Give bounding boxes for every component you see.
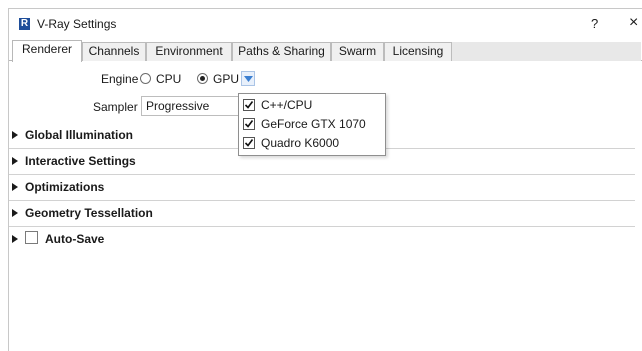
- title-bar: R V-Ray Settings ? ×: [9, 9, 642, 40]
- section-title: Optimizations: [25, 180, 105, 194]
- device-checkbox[interactable]: [243, 137, 255, 149]
- revit-logo-icon: R: [19, 18, 30, 30]
- engine-label: Engine: [101, 72, 139, 86]
- chevron-down-icon: [244, 76, 253, 82]
- section-title: Interactive Settings: [25, 154, 136, 168]
- device-label: Quadro K6000: [261, 136, 340, 150]
- expand-arrow-icon: [12, 183, 18, 191]
- tab-bar-filler: [452, 42, 641, 61]
- device-item-cpp-cpu[interactable]: C++/CPU: [243, 97, 383, 115]
- engine-row: Engine CPU GPU: [9, 70, 309, 88]
- auto-save-checkbox[interactable]: [25, 231, 38, 244]
- expand-arrow-icon: [12, 209, 18, 217]
- section-optimizations[interactable]: Optimizations: [9, 175, 635, 201]
- engine-cpu-radio[interactable]: [140, 73, 151, 84]
- vray-settings-window: R V-Ray Settings ? × Renderer Channels E…: [8, 8, 642, 351]
- device-label: GeForce GTX 1070: [261, 117, 366, 131]
- tab-swarm[interactable]: Swarm: [331, 42, 384, 61]
- engine-cpu-label[interactable]: CPU: [156, 72, 181, 86]
- gpu-devices-dropdown-button[interactable]: [241, 71, 255, 86]
- sampler-label: Sampler: [93, 100, 138, 114]
- checkmark-icon: [244, 120, 254, 128]
- gpu-devices-popup: C++/CPU GeForce GTX 1070 Quadro K6000: [238, 93, 386, 156]
- tab-licensing[interactable]: Licensing: [384, 42, 452, 61]
- sampler-select[interactable]: Progressive: [141, 96, 241, 116]
- tab-channels[interactable]: Channels: [82, 42, 146, 61]
- section-auto-save[interactable]: Auto-Save: [9, 227, 635, 253]
- expand-arrow-icon: [12, 235, 18, 243]
- tab-bar: Renderer Channels Environment Paths & Sh…: [9, 40, 642, 62]
- section-title: Global Illumination: [25, 128, 133, 142]
- checkmark-icon: [244, 101, 254, 109]
- device-item-geforce-gtx-1070[interactable]: GeForce GTX 1070: [243, 116, 383, 134]
- expand-arrow-icon: [12, 157, 18, 165]
- device-label: C++/CPU: [261, 98, 313, 112]
- engine-gpu-radio[interactable]: [197, 73, 208, 84]
- tab-paths-sharing[interactable]: Paths & Sharing: [232, 42, 331, 61]
- tab-environment[interactable]: Environment: [146, 42, 232, 61]
- checkmark-icon: [244, 139, 254, 147]
- expand-arrow-icon: [12, 131, 18, 139]
- device-checkbox[interactable]: [243, 99, 255, 111]
- section-title: Auto-Save: [45, 232, 105, 246]
- window-title: V-Ray Settings: [37, 17, 117, 31]
- engine-gpu-label[interactable]: GPU: [213, 72, 239, 86]
- close-button[interactable]: ×: [629, 14, 638, 32]
- help-button[interactable]: ?: [591, 16, 598, 31]
- section-title: Geometry Tessellation: [25, 206, 153, 220]
- section-geometry-tessellation[interactable]: Geometry Tessellation: [9, 201, 635, 227]
- device-checkbox[interactable]: [243, 118, 255, 130]
- tab-renderer[interactable]: Renderer: [12, 40, 82, 62]
- device-item-quadro-k6000[interactable]: Quadro K6000: [243, 135, 383, 153]
